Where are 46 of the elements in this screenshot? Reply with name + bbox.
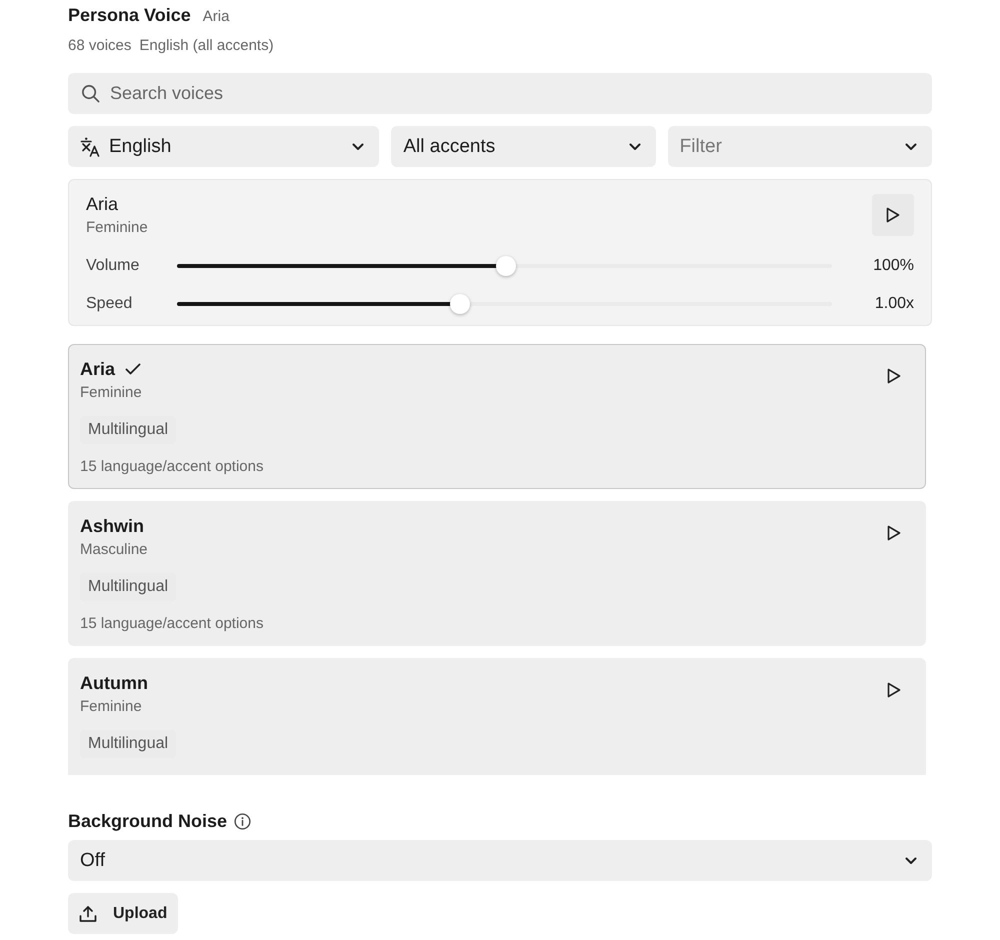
slider-track[interactable]: [177, 256, 832, 276]
voice-card[interactable]: Ashwin Masculine Multilingual 15 language/accent options: [68, 501, 926, 646]
background-noise-dropdown[interactable]: Off: [68, 840, 932, 881]
language-dropdown[interactable]: English: [68, 126, 380, 167]
info-icon[interactable]: [234, 812, 252, 830]
voice-card[interactable]: Aria Feminine Multilingual 15 language/accent options: [68, 344, 926, 489]
slider-label: Volume: [86, 257, 140, 275]
play-icon: [887, 525, 901, 541]
play-icon: [886, 207, 900, 223]
accent-options-count: 15 language/accent options: [80, 614, 264, 634]
filter-dropdown[interactable]: Filter: [668, 126, 932, 167]
language-summary: English (all accents): [139, 36, 274, 56]
slider-track[interactable]: [177, 294, 832, 314]
panel-title: Persona Voice: [68, 4, 191, 26]
voice-count: 68 voices: [68, 36, 132, 56]
check-icon: [125, 363, 142, 375]
section-label: Background Noise: [68, 810, 228, 832]
chevron-down-icon: [352, 142, 364, 150]
voice-gender: Feminine: [86, 218, 148, 238]
play-button[interactable]: [872, 194, 914, 236]
slider-value: 1.00x: [874, 295, 914, 313]
voice-name: Aria: [80, 358, 116, 380]
voice-gender: Feminine: [80, 697, 142, 717]
play-icon: [887, 368, 901, 384]
chevron-down-icon: [904, 142, 917, 150]
voice-card[interactable]: Autumn Feminine Multilingual: [68, 658, 926, 775]
accent-dropdown[interactable]: All accents: [391, 126, 656, 167]
chevron-down-icon: [905, 856, 917, 864]
voice-name: Autumn: [80, 672, 148, 694]
slider-thumb[interactable]: [496, 256, 516, 276]
chevron-down-icon: [628, 142, 641, 150]
translate-icon: [80, 136, 100, 156]
slider-label: Speed: [86, 295, 134, 313]
slider-thumb[interactable]: [450, 294, 470, 314]
accent-options-count: 15 language/accent options: [80, 457, 264, 477]
search-field[interactable]: Search voices: [68, 73, 932, 114]
voice-gender: Masculine: [80, 540, 148, 560]
search-icon: [81, 84, 100, 103]
current-voice-name: Aria: [202, 7, 230, 27]
voice-name: Ashwin: [80, 515, 144, 537]
upload-icon: [79, 904, 97, 922]
play-icon: [887, 682, 901, 698]
upload-button[interactable]: Upload: [68, 893, 178, 934]
slider-value: 100%: [873, 257, 914, 275]
voice-name: Aria: [86, 193, 120, 215]
voice-gender: Feminine: [80, 383, 142, 403]
